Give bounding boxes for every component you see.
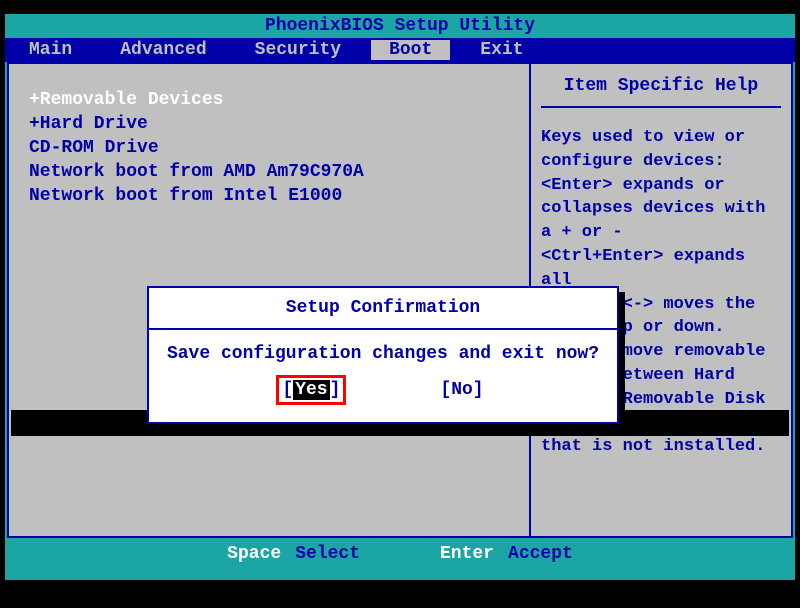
footer-bar: Space Select Enter Accept <box>5 538 795 570</box>
dialog-buttons: [Yes] [No] <box>149 364 617 414</box>
content-area: +Removable Devices +Hard Drive CD-ROM Dr… <box>7 62 793 538</box>
yes-button[interactable]: [Yes] <box>282 380 340 400</box>
menu-exit[interactable]: Exit <box>456 40 547 60</box>
footer-accept: Enter Accept <box>440 544 573 564</box>
footer-action-select: Select <box>295 544 360 564</box>
boot-item-network-amd[interactable]: Network boot from AMD Am79C970A <box>29 160 509 184</box>
bios-window: PhoenixBIOS Setup Utility Main Advanced … <box>5 14 795 580</box>
footer-action-accept: Accept <box>508 544 573 564</box>
dialog-message: Save configuration changes and exit now? <box>149 344 617 364</box>
app-title: PhoenixBIOS Setup Utility <box>265 16 535 36</box>
boot-item-network-intel[interactable]: Network boot from Intel E1000 <box>29 184 509 208</box>
menu-main[interactable]: Main <box>5 40 96 60</box>
title-bar: PhoenixBIOS Setup Utility <box>5 14 795 38</box>
dialog-title: Setup Confirmation <box>149 288 617 330</box>
menu-boot[interactable]: Boot <box>371 40 450 60</box>
menu-bar: Main Advanced Security Boot Exit <box>5 38 795 62</box>
menu-advanced[interactable]: Advanced <box>96 40 230 60</box>
boot-item-hard-drive[interactable]: +Hard Drive <box>29 112 509 136</box>
footer-key-space: Space <box>227 544 281 564</box>
menu-security[interactable]: Security <box>231 40 365 60</box>
help-title: Item Specific Help <box>541 76 781 108</box>
footer-key-enter: Enter <box>440 544 494 564</box>
dialog-body: Save configuration changes and exit now?… <box>149 330 617 422</box>
footer-select: Space Select <box>227 544 360 564</box>
boot-item-removable[interactable]: +Removable Devices <box>29 88 509 112</box>
no-button[interactable]: [No] <box>440 380 483 400</box>
boot-item-cdrom[interactable]: CD-ROM Drive <box>29 136 509 160</box>
confirmation-dialog: Setup Confirmation Save configuration ch… <box>147 286 619 424</box>
